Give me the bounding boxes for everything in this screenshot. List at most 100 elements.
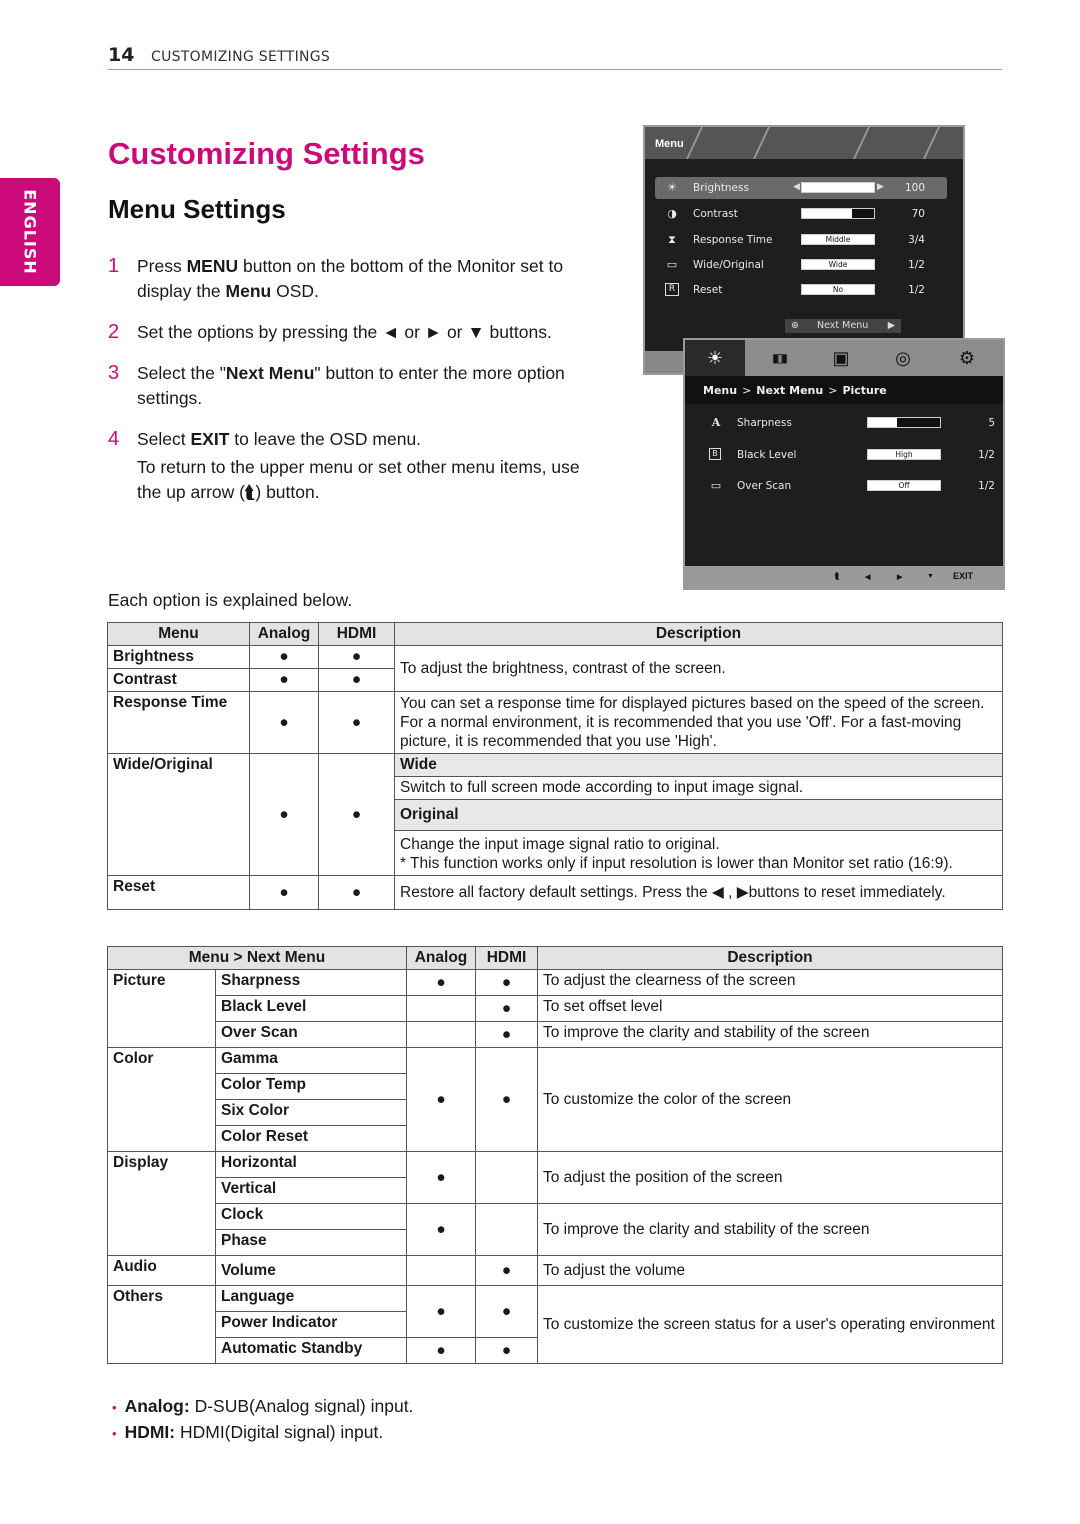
column-header: Analog	[406, 946, 476, 970]
analog-supported: ●	[249, 645, 319, 669]
table-row: Response Time ● ● You can set a response…	[107, 691, 1003, 754]
option-value: Off	[868, 481, 940, 490]
osd-footer-buttons: ⮬ ◀ ▶ ▼ EXIT	[685, 566, 1003, 588]
wide-original-option[interactable]: Wide	[801, 259, 875, 270]
description: To adjust the brightness, contrast of th…	[394, 645, 1003, 692]
sharpness-slider[interactable]	[867, 417, 941, 428]
osd-item-brightness[interactable]: ☀ Brightness ◀ ▶ 100	[655, 177, 947, 199]
note-label: Analog:	[124, 1396, 190, 1416]
option-value: Middle	[802, 235, 874, 244]
osd-item-label: Wide/Original	[693, 259, 764, 271]
description: To adjust the clearness of the screen	[537, 969, 1003, 996]
menu-name: Reset	[107, 875, 250, 910]
step-text: Set the options by pressing the ◄ or ► o…	[137, 322, 552, 342]
osd-tabs: ☀ ▮▯▮ ▣ ◎ ⚙	[685, 340, 1003, 376]
item-name: Phase	[215, 1229, 407, 1256]
menu-name: Contrast	[107, 668, 250, 692]
item-name: Six Color	[215, 1099, 407, 1126]
osd-item-value: 3/4	[908, 234, 925, 246]
language-tab: ENGLISH	[0, 178, 60, 286]
table-row: Wide/Original ● ● Wide	[107, 753, 1003, 876]
osd-item-reset[interactable]: R Reset No 1/2	[655, 279, 947, 301]
left-arrow-icon[interactable]: ◀	[865, 573, 870, 581]
column-header: HDMI	[475, 946, 538, 970]
osd-item-contrast[interactable]: ◑ Contrast 70	[655, 203, 947, 225]
black-level-icon: B	[709, 448, 721, 460]
right-arrow-icon: ▶	[877, 182, 884, 192]
step-2: 2 Set the options by pressing the ◄ or ►…	[108, 320, 598, 345]
osd-item-label: Contrast	[693, 208, 738, 220]
osd-item-sharpness[interactable]: A Sharpness 5	[699, 412, 995, 434]
table-header-row: Menu Analog HDMI Description	[107, 622, 1003, 646]
breadcrumb-separator: >	[828, 384, 838, 397]
brightness-slider[interactable]	[801, 182, 875, 193]
osd-item-value: 1/2	[978, 449, 995, 461]
item-name: Vertical	[215, 1177, 407, 1204]
osd-item-wide-original[interactable]: ▭ Wide/Original Wide 1/2	[655, 254, 947, 276]
option-heading: Original	[394, 799, 1003, 831]
up-arrow-icon[interactable]: ⮬	[835, 571, 840, 582]
osd-item-black-level[interactable]: B Black Level High 1/2	[699, 444, 995, 466]
osd-item-label: Brightness	[693, 182, 749, 194]
language-label: ENGLISH	[20, 189, 40, 275]
osd-item-value: 70	[911, 208, 925, 220]
step-number: 4	[108, 428, 120, 450]
down-arrow-icon[interactable]: ▼	[927, 573, 934, 580]
hdmi-supported: ●	[318, 691, 395, 754]
next-menu-button[interactable]: ⊕ Next Menu ▶	[785, 319, 901, 333]
osd-item-response-time[interactable]: ⧗ Response Time Middle 3/4	[655, 229, 947, 251]
hourglass-icon: ⧗	[668, 233, 676, 246]
over-scan-option[interactable]: Off	[867, 480, 941, 491]
osd-item-label: Response Time	[693, 234, 773, 246]
hdmi-unsupported	[475, 1203, 538, 1256]
tab-display-icon[interactable]: ▣	[811, 340, 871, 376]
slider-fill	[868, 418, 897, 427]
tab-color-icon[interactable]: ▮▯▮	[749, 340, 809, 376]
bullet-icon: •	[112, 1426, 117, 1441]
osd-next-menu: ☀ ▮▯▮ ▣ ◎ ⚙ Menu > Next Menu > Picture A Sha…	[683, 338, 1005, 590]
hdmi-supported: ●	[475, 1255, 538, 1286]
up-arrow-icon: ⮬	[244, 482, 256, 502]
step-number: 1	[108, 255, 120, 277]
analog-supported: ●	[249, 668, 319, 692]
osd-title: Menu	[655, 138, 684, 150]
step-4: 4 Select EXIT to leave the OSD menu. To …	[108, 427, 598, 505]
osd-breadcrumb: Menu > Next Menu > Picture	[685, 376, 1003, 404]
black-level-option[interactable]: High	[867, 449, 941, 460]
step-keyword: MENU	[186, 256, 239, 276]
bullet-icon: •	[112, 1400, 117, 1415]
response-time-option[interactable]: Middle	[801, 234, 875, 245]
column-header: Menu > Next Menu	[107, 946, 407, 970]
hdmi-supported: ●	[318, 753, 395, 876]
right-arrow-icon[interactable]: ▶	[897, 573, 902, 581]
description: To customize the color of the screen	[537, 1047, 1003, 1152]
decor-slash	[752, 127, 770, 159]
right-arrow-icon: ▶	[887, 320, 895, 331]
exit-button[interactable]: EXIT	[953, 571, 973, 581]
item-name: Volume	[215, 1255, 407, 1286]
description: Change the input image signal ratio to o…	[400, 836, 720, 853]
analog-supported: ●	[249, 753, 319, 876]
hdmi-supported: ●	[475, 1285, 538, 1338]
table-row: Color Gamma ● ● To customize the color o…	[107, 1047, 1003, 1152]
hdmi-supported: ●	[475, 995, 538, 1022]
analog-unsupported	[406, 995, 476, 1022]
step-text: Press	[137, 256, 187, 276]
description: To set offset level	[537, 995, 1003, 1022]
item-name: Color Temp	[215, 1073, 407, 1100]
osd-item-over-scan[interactable]: ▭ Over Scan Off 1/2	[699, 475, 995, 497]
item-name: Gamma	[215, 1047, 407, 1074]
note-item: • HDMI: HDMI(Digital signal) input.	[112, 1420, 413, 1446]
tab-picture-icon[interactable]: ☀	[685, 340, 745, 376]
contrast-slider[interactable]	[801, 208, 875, 219]
analog-supported: ●	[406, 1151, 476, 1204]
step-text: to leave the OSD menu.	[229, 429, 422, 449]
reset-option[interactable]: No	[801, 284, 875, 295]
analog-supported: ●	[406, 1047, 476, 1152]
osd-item-label: Sharpness	[737, 417, 792, 429]
tab-audio-icon[interactable]: ◎	[873, 340, 933, 376]
group-name: Display	[107, 1151, 216, 1256]
step-number: 3	[108, 362, 120, 384]
item-name: Clock	[215, 1203, 407, 1230]
tab-others-gear-icon[interactable]: ⚙	[937, 340, 997, 376]
